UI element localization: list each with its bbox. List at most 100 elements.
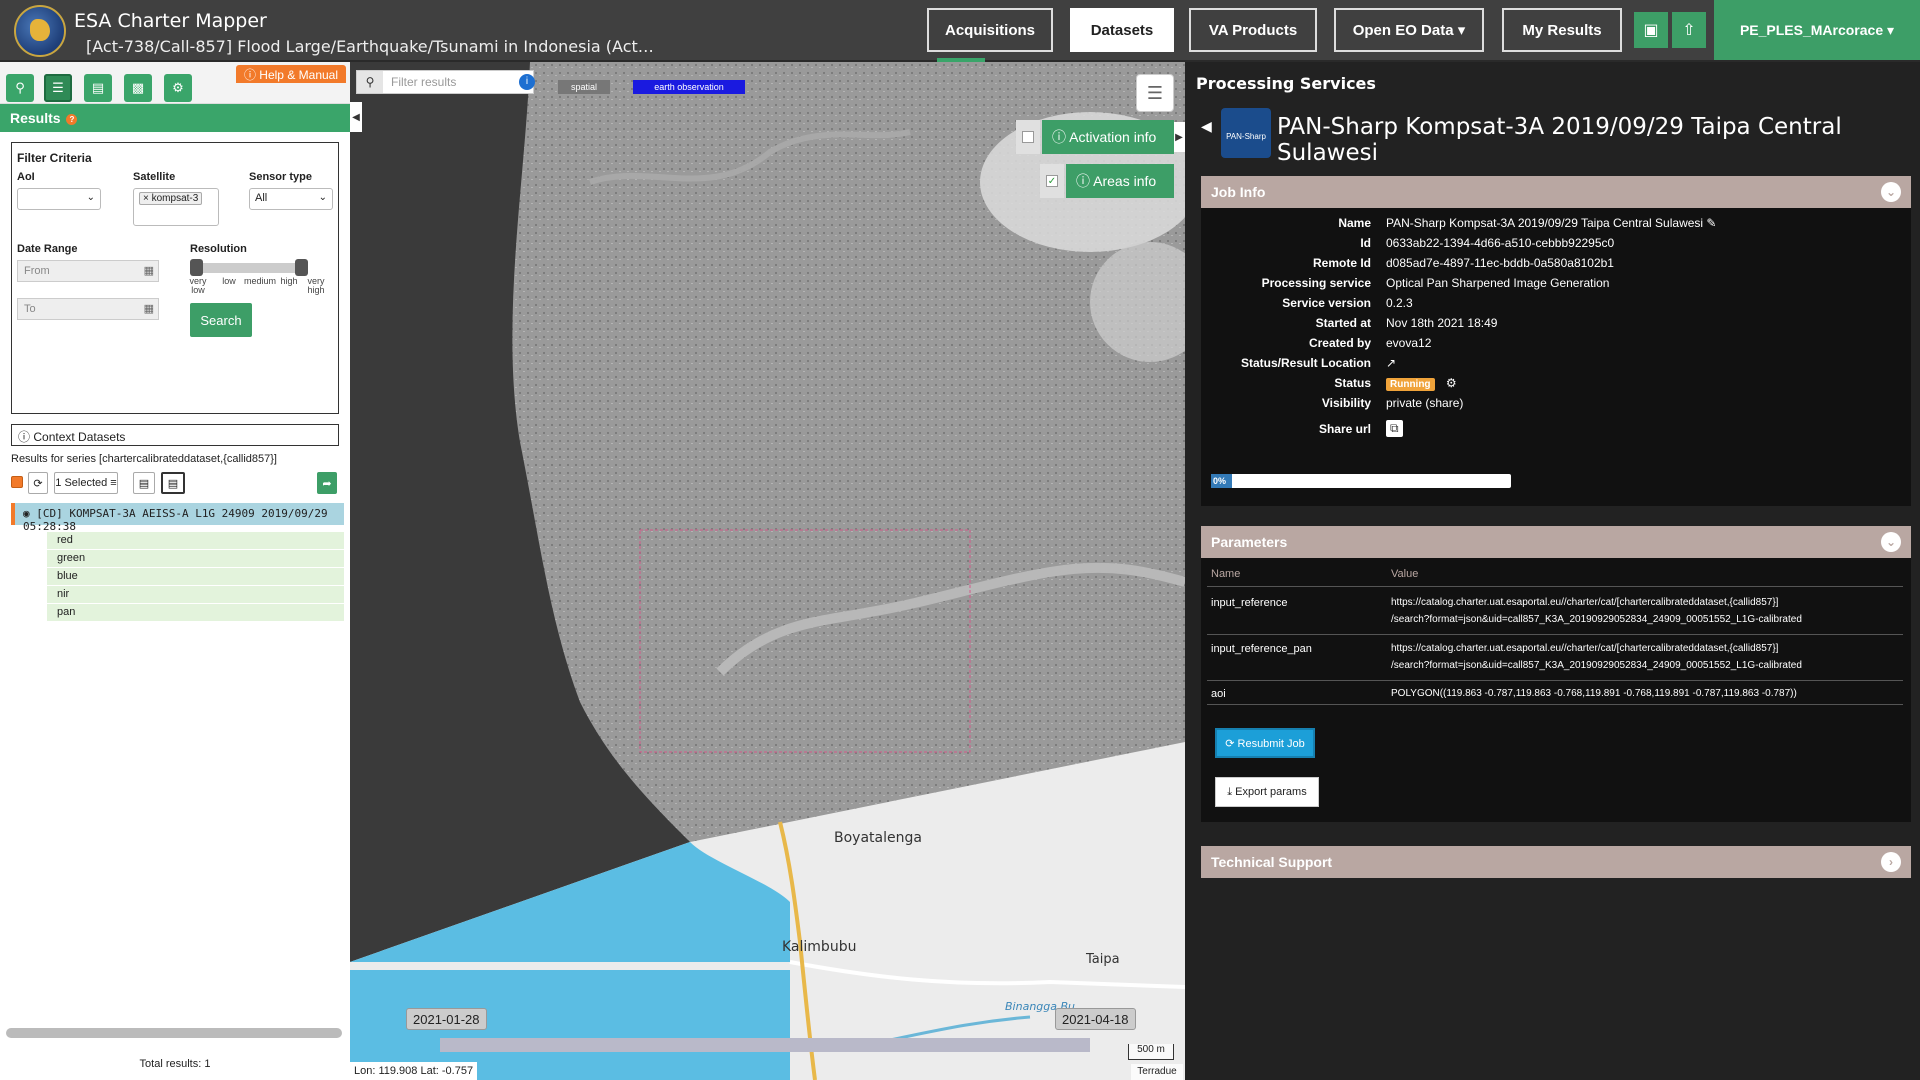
resolution-max-handle[interactable] <box>295 259 308 276</box>
chevron-down-icon[interactable]: ⌄ <box>1881 532 1901 552</box>
resolution-slider[interactable] <box>190 259 308 276</box>
help-manual-link[interactable]: ⓘ Help & Manual <box>236 65 346 83</box>
sensor-value: All <box>255 192 268 204</box>
parameters-section: Parameters ⌄ Name Value input_reference … <box>1201 526 1911 822</box>
help-icon[interactable]: ? <box>66 113 78 125</box>
satellite-select[interactable]: × kompsat-3 <box>133 188 219 226</box>
calendar-icon[interactable]: ▦ <box>144 264 154 277</box>
map-view[interactable]: ◀ ▶ ⚲ Filter results i spatial earth obs… <box>350 62 1185 1080</box>
band-item[interactable]: nir <box>47 586 344 604</box>
job-info-key: Status <box>1334 376 1371 390</box>
pill-spatial[interactable]: spatial <box>558 80 610 94</box>
created-by-value: evova12 <box>1386 336 1432 350</box>
nav-va-products[interactable]: VA Products <box>1189 8 1317 52</box>
status-badge: Running <box>1386 378 1435 391</box>
back-arrow-icon[interactable]: ◀ <box>1201 118 1212 135</box>
copy-icon[interactable]: ⧉ <box>1386 420 1403 437</box>
job-info-key: Name <box>1338 216 1371 230</box>
sensor-select[interactable]: All ⌄ <box>249 188 333 210</box>
checkbox[interactable] <box>1022 131 1034 143</box>
service-icon: PAN-Sharp <box>1221 108 1271 158</box>
user-menu[interactable]: PE_PLES_MArcorace ▾ <box>1714 0 1920 60</box>
chevron-down-icon[interactable]: ⌄ <box>1881 182 1901 202</box>
date-to-placeholder: To <box>24 303 36 315</box>
job-info-header[interactable]: Job Info ⌄ <box>1201 176 1911 208</box>
collapse-right-panel[interactable]: ▶ <box>1173 122 1185 152</box>
add-basket-icon[interactable]: ▤ <box>133 472 155 494</box>
horizontal-scrollbar[interactable] <box>6 1028 342 1038</box>
chevron-right-icon[interactable]: › <box>1881 852 1901 872</box>
band-item[interactable]: green <box>47 550 344 568</box>
basket-icon[interactable]: ▤ <box>84 74 112 102</box>
place-label: Boyatalenga <box>834 830 922 846</box>
satellite-tag[interactable]: × kompsat-3 <box>139 192 203 205</box>
timeline-start-date[interactable]: 2021-01-28 <box>406 1008 487 1030</box>
parameters-header[interactable]: Parameters ⌄ <box>1201 526 1911 558</box>
archive-icon[interactable]: ▩ <box>124 74 152 102</box>
date-from-input[interactable]: From ▦ <box>17 260 159 282</box>
map-attribution[interactable]: Terradue <box>1131 1064 1183 1080</box>
resubmit-job-button[interactable]: ⟳ Resubmit Job <box>1215 728 1315 758</box>
refresh-icon[interactable]: ⟳ <box>28 472 48 494</box>
search-button[interactable]: Search <box>190 303 252 337</box>
app-logo[interactable] <box>14 5 66 57</box>
result-item-label: [CD] KOMPSAT-3A AEISS-A L1G 24909 2019/0… <box>23 507 328 533</box>
share-icon[interactable]: ➦ <box>317 472 337 494</box>
aoi-select[interactable]: ⌄ <box>17 188 101 210</box>
results-header: Results ? <box>0 104 350 132</box>
technical-support-title: Technical Support <box>1211 854 1333 870</box>
layers-icon[interactable]: ☰ <box>1136 74 1174 112</box>
collapse-left-panel[interactable]: ◀ <box>350 102 362 132</box>
checkbox-checked[interactable]: ✓ <box>1046 175 1058 187</box>
job-info-key: Processing service <box>1261 276 1371 290</box>
resolution-label: Resolution <box>190 243 247 255</box>
calendar-icon[interactable]: ▦ <box>144 302 154 315</box>
filter-results-placeholder: Filter results <box>391 75 457 89</box>
nav-datasets[interactable]: Datasets <box>1070 8 1174 52</box>
technical-support-header[interactable]: Technical Support › <box>1201 846 1911 878</box>
export-params-button[interactable]: ⤓ Export params <box>1215 777 1319 807</box>
list-icon[interactable]: ☰ <box>44 74 72 102</box>
left-panel: ⚲ ☰ ▤ ▩ ⚙ ⓘ Help & Manual Results ? Filt… <box>0 62 350 1080</box>
satellite-label: Satellite <box>133 171 176 183</box>
upload-icon[interactable]: ⇧ <box>1672 12 1706 48</box>
date-to-input[interactable]: To ▦ <box>17 298 159 320</box>
external-link-icon[interactable]: ↗ <box>1386 356 1396 370</box>
areas-info-toggle[interactable]: ✓ <box>1040 164 1064 198</box>
job-info-title: Job Info <box>1211 184 1266 200</box>
band-item[interactable]: red <box>47 532 344 550</box>
technical-support-section: Technical Support › <box>1201 846 1911 878</box>
timeline-end-date[interactable]: 2021-04-18 <box>1055 1008 1136 1030</box>
band-item[interactable]: pan <box>47 604 344 622</box>
info-icon[interactable]: i <box>519 74 535 90</box>
date-range-label: Date Range <box>17 243 78 255</box>
job-progress-fill: 0% <box>1211 474 1232 488</box>
result-item[interactable]: ◉ [CD] KOMPSAT-3A AEISS-A L1G 24909 2019… <box>11 503 344 533</box>
activation-info-button[interactable]: ⓘ Activation info <box>1042 120 1174 154</box>
left-toolbar: ⚲ ☰ ▤ ▩ ⚙ ⓘ Help & Manual <box>0 62 350 104</box>
res-medium: medium <box>243 276 276 286</box>
briefcase-icon[interactable]: ▣ <box>1634 12 1668 48</box>
resolution-min-handle[interactable] <box>190 259 203 276</box>
activation-info-toggle[interactable] <box>1016 120 1040 154</box>
series-label: Results for series [chartercalibrateddat… <box>11 453 277 465</box>
nav-open-eo-data[interactable]: Open EO Data ▾ <box>1334 8 1484 52</box>
job-info-key: Started at <box>1315 316 1371 330</box>
visibility-value[interactable]: private (share) <box>1386 396 1463 410</box>
areas-info-button[interactable]: ⓘ Areas info <box>1066 164 1174 198</box>
filter-results-input[interactable]: ⚲ Filter results i <box>356 70 535 94</box>
divider <box>1207 586 1903 587</box>
search-icon[interactable]: ⚲ <box>6 74 34 102</box>
select-all-checkbox[interactable] <box>11 476 23 488</box>
pill-earth-observation[interactable]: earth observation <box>633 80 745 94</box>
gear-icon[interactable]: ⚙ <box>1446 376 1457 390</box>
band-item[interactable]: blue <box>47 568 344 586</box>
remove-basket-icon[interactable]: ▤ <box>161 472 185 494</box>
selected-count[interactable]: 1 Selected ≡ <box>54 472 118 494</box>
context-datasets[interactable]: ⓘ Context Datasets <box>11 424 339 446</box>
status-value: Running ⚙ <box>1386 376 1457 391</box>
nav-acquisitions[interactable]: Acquisitions <box>927 8 1053 52</box>
timeline-range[interactable] <box>440 1038 1090 1052</box>
gear-icon[interactable]: ⚙ <box>164 74 192 102</box>
nav-my-results[interactable]: My Results <box>1502 8 1622 52</box>
